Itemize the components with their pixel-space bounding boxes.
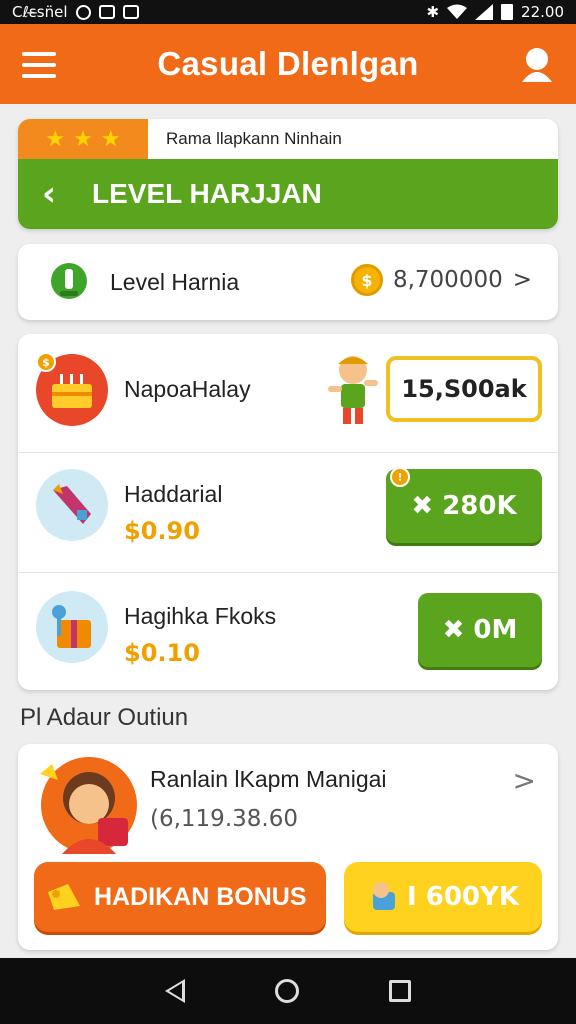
chevron-right-icon: > (512, 267, 532, 293)
secondary-action-button[interactable]: I 600YK (344, 862, 542, 932)
bonus-button-label: HADIKAN BONUS (94, 882, 307, 911)
signal-icon (475, 4, 494, 20)
app-title: Casual Dlenlgan (157, 45, 419, 82)
home-icon[interactable] (275, 979, 299, 1003)
star-rating: ★ ★ ★ (18, 119, 148, 159)
player-name: Ranlain lKapm Manigai (150, 766, 387, 792)
item-price: $0.10 (124, 639, 200, 667)
player-card: Ranlain lKapm Manigai (6,119.38.60 > HAD… (18, 744, 558, 950)
chevron-left-icon[interactable]: ‹ (42, 174, 82, 214)
item-list: $ NapoaHalay 15,S00ak Haddarial $0.90 ✖ … (18, 334, 558, 690)
item-name: NapoaHalay (124, 376, 251, 402)
trophy-icon (51, 263, 87, 299)
character-icon (328, 356, 378, 424)
level-progress-strip: ★ ★ ★ Rama llapkann Ninhain (18, 119, 558, 159)
clock: 22.00 (521, 3, 564, 21)
hamburger-menu-icon[interactable] (22, 52, 56, 78)
buy-button[interactable]: ✖ 0M (418, 593, 542, 667)
level-title: LEVEL HARJJAN (92, 178, 322, 209)
back-icon[interactable] (165, 979, 185, 1003)
level-banner[interactable]: ‹ LEVEL HARJJAN (18, 159, 558, 229)
item-name: Haddarial (124, 481, 223, 507)
gift-box-icon (36, 591, 108, 663)
item-price-button[interactable]: 15,S00ak (386, 356, 542, 422)
star-icon: ★ (100, 126, 121, 152)
system-nav-bar (0, 958, 576, 1024)
image-icon (98, 5, 115, 19)
badge-dot: ! (390, 467, 410, 487)
list-item[interactable]: Hagihka Fkoks $0.10 ✖ 0M (18, 572, 558, 690)
bonus-button[interactable]: HADIKAN BONUS (34, 862, 326, 932)
horn-icon (48, 884, 80, 910)
hand-icon (373, 882, 395, 910)
level-strip-text: Rama llapkann Ninhain (148, 119, 558, 159)
status-bar: Cℓε̶sn̈el ✱ 22.00 (0, 0, 576, 24)
coin-icon: $ (350, 264, 383, 296)
secondary-action-label: I 600YK (407, 882, 519, 912)
star-icon: ★ (45, 126, 66, 152)
balance-value: 8,700000 (392, 267, 503, 293)
app-bar: Casual Dlenlgan (0, 24, 576, 104)
balance-amount: $ 8,700000 > (350, 264, 532, 296)
rocket-icon (36, 469, 108, 541)
item-price: $0.90 (124, 517, 200, 545)
player-subtitle: (6,119.38.60 (150, 806, 298, 832)
user-profile-icon[interactable] (520, 46, 554, 82)
alarm-icon (75, 4, 91, 20)
section-heading: Pl Adaur Outiun (20, 704, 189, 731)
star-icon: ★ (73, 126, 93, 152)
badge-dot: $ (36, 352, 56, 372)
wifi-icon (447, 4, 468, 19)
status-bar-left: Cℓε̶sn̈el (12, 3, 139, 21)
list-item[interactable]: $ NapoaHalay 15,S00ak (18, 334, 558, 452)
carrier-text: Cℓε̶sn̈el (12, 3, 68, 21)
status-bar-right: ✱ 22.00 (426, 3, 564, 21)
battery-icon (501, 4, 514, 20)
balance-row[interactable]: Level Harnia $ 8,700000 > (18, 244, 558, 320)
bluetooth-icon: ✱ (426, 3, 440, 21)
download-icon (122, 5, 139, 19)
level-card: ★ ★ ★ Rama llapkann Ninhain ‹ LEVEL HARJ… (18, 119, 558, 229)
item-name: Hagihka Fkoks (124, 603, 277, 629)
chevron-right-icon[interactable]: > (513, 764, 536, 797)
balance-label: Level Harnia (110, 268, 240, 295)
avatar (40, 757, 137, 854)
list-item[interactable]: Haddarial $0.90 ✖ 280K ! (18, 452, 558, 572)
recents-icon[interactable] (389, 980, 411, 1002)
